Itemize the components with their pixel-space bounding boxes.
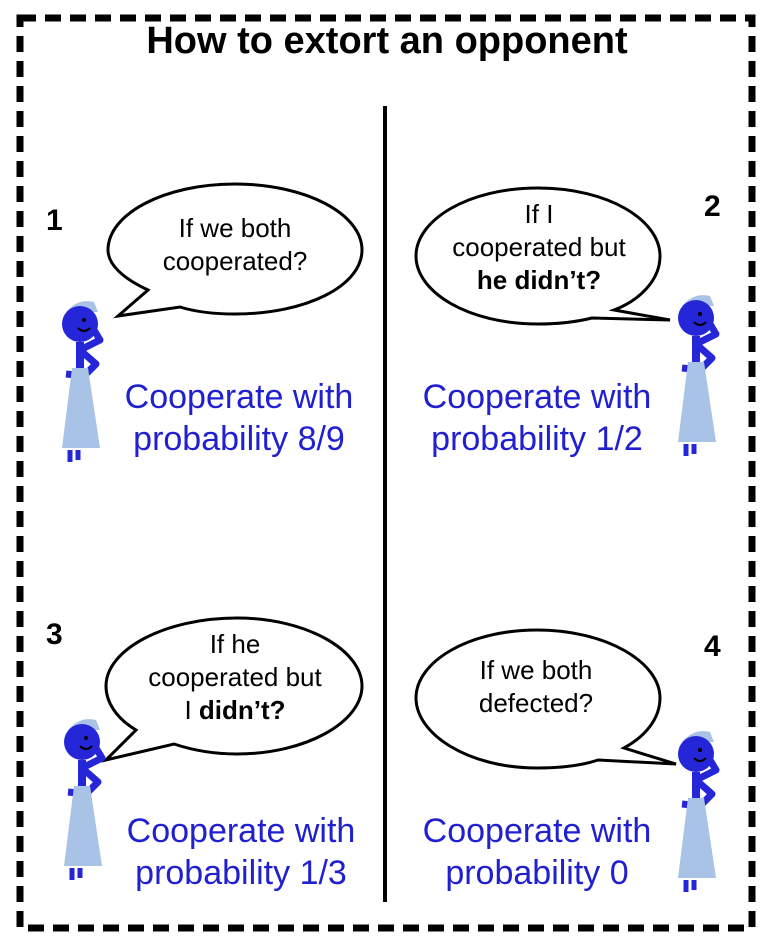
- caption-line: probability 1/3: [135, 854, 347, 892]
- caption-line: probability 8/9: [133, 420, 345, 458]
- panel-2-caption: Cooperate with probability 1/2: [402, 376, 672, 460]
- panel-4-caption: Cooperate with probability 0: [402, 810, 672, 894]
- center-divider: [383, 106, 387, 902]
- caption-line: Cooperate with: [422, 378, 652, 416]
- panel-3-number: 3: [46, 618, 63, 651]
- bubble-line: he didn’t?: [476, 265, 602, 295]
- stick-figure-icon: [678, 731, 720, 892]
- panel-4-bubble-text: If we both defected?: [416, 654, 656, 720]
- caption-line: probability 0: [445, 854, 629, 892]
- bubble-line: If he: [209, 629, 261, 659]
- bubble-line: cooperated but: [148, 662, 322, 692]
- panel-2-bubble-text: If I cooperated but he didn’t?: [414, 198, 664, 297]
- panel-2-number: 2: [704, 190, 721, 223]
- bubble-line: cooperated but: [452, 232, 626, 262]
- panel-3-bubble-text: If he cooperated but I didn’t?: [110, 628, 360, 727]
- bubble-line: cooperated?: [162, 246, 308, 276]
- page-title: How to extort an opponent: [146, 20, 628, 62]
- bubble-line-start: I: [184, 695, 199, 725]
- panel-4-number: 4: [704, 630, 721, 663]
- bubble-line: If we both: [178, 213, 292, 243]
- bubble-line-bold: didn’t?: [198, 695, 286, 725]
- bubble-line: If we both: [479, 655, 593, 685]
- panel-3-caption: Cooperate with probability 1/3: [106, 810, 376, 894]
- bubble-line: If I: [524, 199, 554, 229]
- bubble-line: I didn’t?: [110, 694, 360, 727]
- panel-1-number: 1: [46, 204, 63, 237]
- caption-line: Cooperate with: [126, 812, 356, 850]
- stick-figure-icon: [678, 295, 720, 456]
- caption-line: probability 1/2: [431, 420, 643, 458]
- caption-line: Cooperate with: [422, 812, 652, 850]
- caption-line: Cooperate with: [124, 378, 354, 416]
- panel-1-bubble-text: If we both cooperated?: [120, 212, 350, 278]
- bubble-line: defected?: [478, 688, 594, 718]
- panel-1-caption: Cooperate with probability 8/9: [104, 376, 374, 460]
